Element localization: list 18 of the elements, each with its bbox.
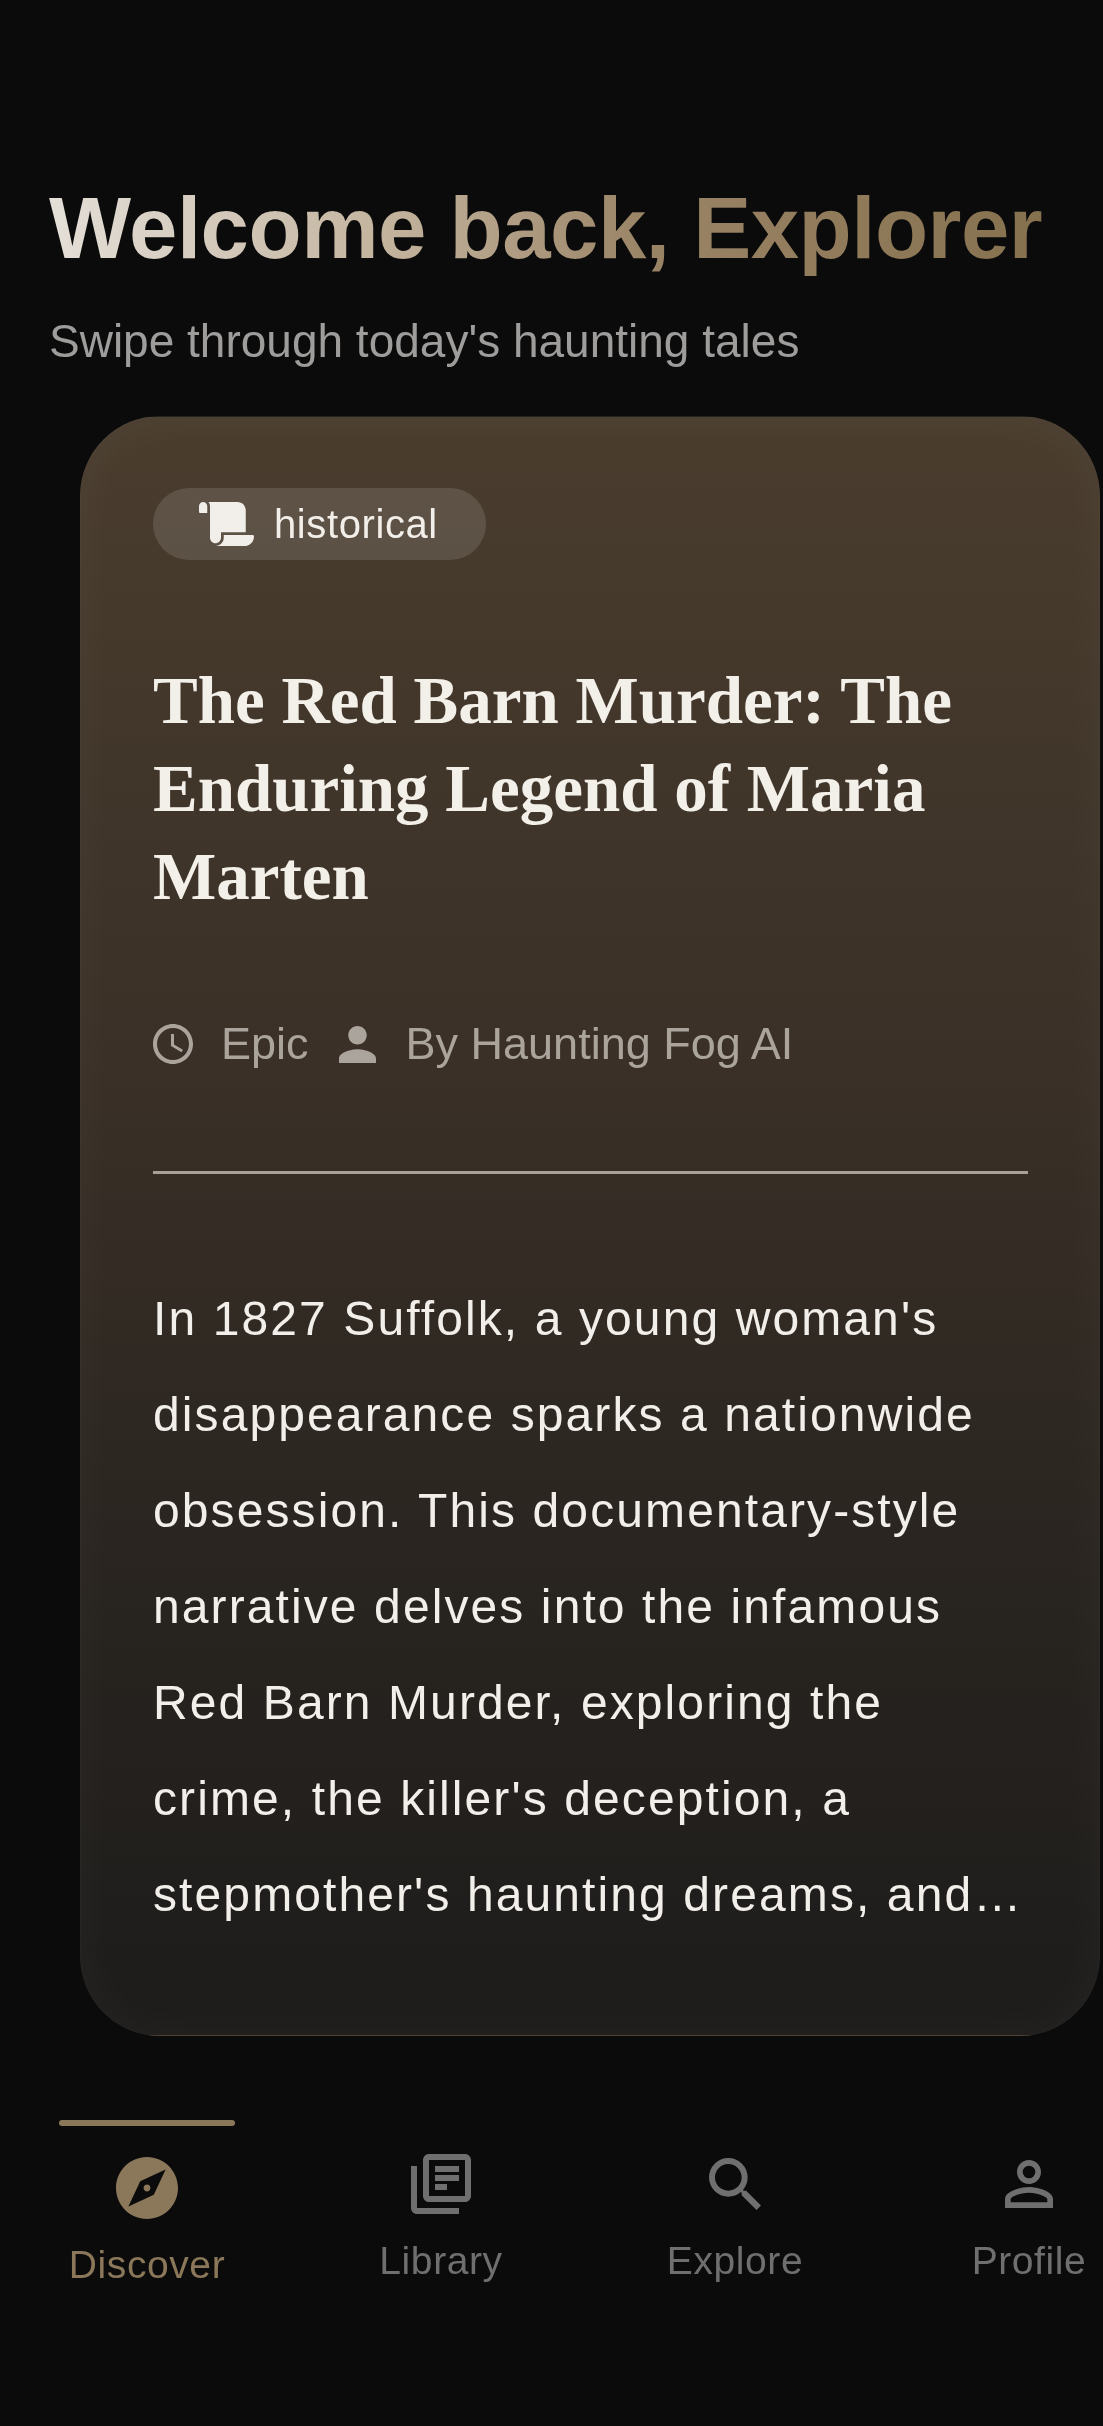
compass-icon <box>116 2157 178 2219</box>
stacked-pages-icon <box>411 2154 471 2214</box>
story-summary: In 1827 Suffolk, a young woman's disappearance sparks a nationwide obsession. This documentary-style narrative delves into the infamous Red Barn Murder, exploring the crime, the killer's deception, a stepmother's haunting dreams, and… <box>153 1291 1025 1923</box>
story-author: By Haunting Fog AI <box>405 1018 794 1070</box>
nav-tab[interactable]: Explore <box>666 2120 804 2284</box>
story-title: The Red Barn Murder: The Enduring Legend of Maria Marten <box>153 662 954 915</box>
clock-icon <box>153 1024 193 1064</box>
person-icon <box>1005 2160 1053 2208</box>
scroll-icon <box>199 502 254 546</box>
story-card[interactable] <box>80 416 1100 2036</box>
nav-tab[interactable]: Library <box>379 2120 503 2284</box>
search-icon <box>709 2158 761 2210</box>
nav-tab[interactable]: Discover <box>59 2120 235 2288</box>
nav-tab[interactable]: Profile <box>971 2120 1087 2284</box>
welcome-subtitle: Swipe through today's haunting tales <box>49 314 800 368</box>
person-icon <box>338 1025 376 1063</box>
story-length: Epic <box>221 1018 309 1070</box>
genre-label: historical <box>274 501 438 547</box>
